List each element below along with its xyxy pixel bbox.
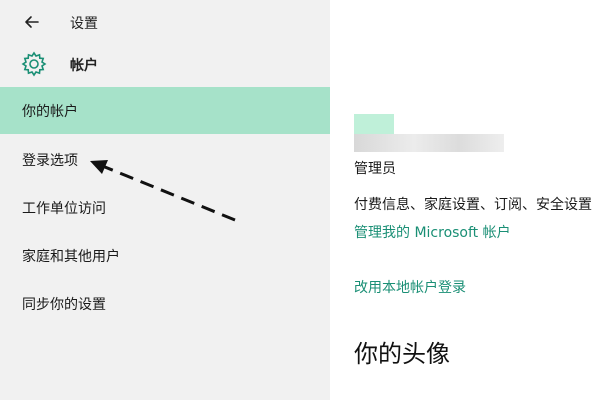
- manage-microsoft-account-link[interactable]: 管理我的 Microsoft 帐户: [354, 222, 511, 242]
- annotation-arrow-icon: [90, 160, 236, 222]
- avatar-heading: 你的头像: [354, 340, 450, 368]
- account-role: 管理员: [354, 161, 396, 177]
- sidebar-item-your-account[interactable]: 你的帐户: [0, 87, 330, 134]
- sidebar-item-family-other-users[interactable]: 家庭和其他用户: [0, 232, 330, 279]
- back-arrow-icon: [25, 16, 39, 28]
- sidebar-item-label: 家庭和其他用户: [22, 249, 120, 265]
- account-services-text: 付费信息、家庭设置、订阅、安全设置: [354, 197, 592, 213]
- back-button[interactable]: [18, 10, 48, 34]
- sidebar-item-label: 你的帐户: [22, 104, 78, 120]
- app-title: 设置: [70, 16, 98, 32]
- gear-icon: [21, 51, 47, 77]
- switch-to-local-account-link[interactable]: 改用本地帐户登录: [354, 277, 466, 297]
- sidebar: 设置 帐户 你的帐户 登录选项 工作单位访问 家庭和其他用户 同步你的设置: [0, 0, 330, 400]
- account-name-blurred: [354, 134, 504, 152]
- title-bar: 设置: [0, 0, 330, 44]
- avatar: [354, 114, 394, 134]
- sidebar-item-label: 同步你的设置: [22, 297, 106, 313]
- section-header: 帐户: [0, 44, 330, 84]
- sidebar-item-label: 登录选项: [22, 153, 78, 169]
- sidebar-item-sync-settings[interactable]: 同步你的设置: [0, 280, 330, 327]
- section-title: 帐户: [70, 58, 98, 74]
- main-content: 管理员 付费信息、家庭设置、订阅、安全设置 管理我的 Microsoft 帐户 …: [330, 0, 600, 400]
